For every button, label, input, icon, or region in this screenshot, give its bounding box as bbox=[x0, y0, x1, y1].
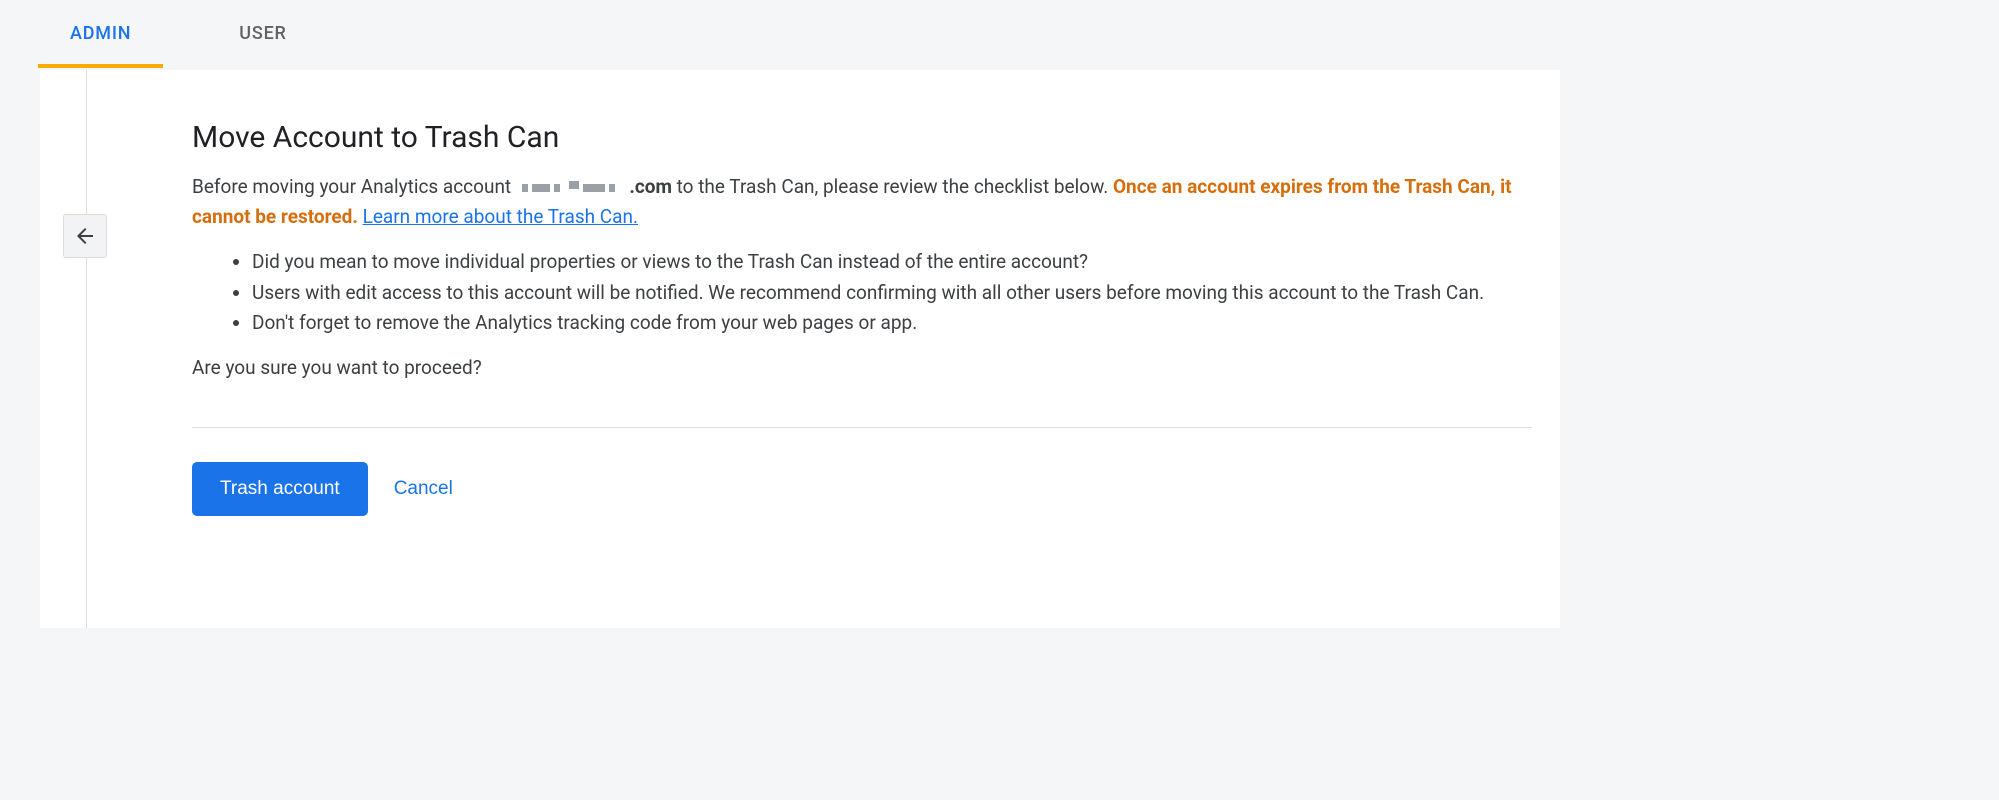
intro-text: Before moving your Analytics account .co… bbox=[192, 173, 1532, 230]
intro-domain-suffix: .com bbox=[629, 175, 672, 198]
checklist-item: Don't forget to remove the Analytics tra… bbox=[252, 309, 1532, 338]
confirm-question: Are you sure you want to proceed? bbox=[192, 356, 1532, 379]
action-row: Trash account Cancel bbox=[192, 462, 1532, 516]
checklist-item: Did you mean to move individual properti… bbox=[252, 248, 1532, 277]
checklist-item: Users with edit access to this account w… bbox=[252, 279, 1532, 308]
tab-bar: ADMIN USER bbox=[0, 0, 1560, 70]
redacted-account-name bbox=[522, 173, 619, 201]
checklist: Did you mean to move individual properti… bbox=[192, 248, 1532, 338]
separator bbox=[192, 427, 1532, 428]
page-title: Move Account to Trash Can bbox=[192, 120, 1532, 155]
tab-user[interactable]: USER bbox=[209, 3, 316, 68]
side-rail bbox=[86, 70, 136, 628]
tab-admin[interactable]: ADMIN bbox=[40, 3, 161, 68]
panel: Move Account to Trash Can Before moving … bbox=[40, 70, 1560, 628]
learn-more-link[interactable]: Learn more about the Trash Can. bbox=[363, 205, 638, 228]
arrow-left-icon bbox=[73, 224, 97, 248]
back-button[interactable] bbox=[63, 214, 107, 258]
cancel-button[interactable]: Cancel bbox=[394, 478, 453, 500]
trash-account-button[interactable]: Trash account bbox=[192, 462, 368, 516]
content: Move Account to Trash Can Before moving … bbox=[136, 70, 1556, 628]
intro-before: Before moving your Analytics account bbox=[192, 175, 516, 198]
intro-after: to the Trash Can, please review the chec… bbox=[677, 175, 1113, 198]
